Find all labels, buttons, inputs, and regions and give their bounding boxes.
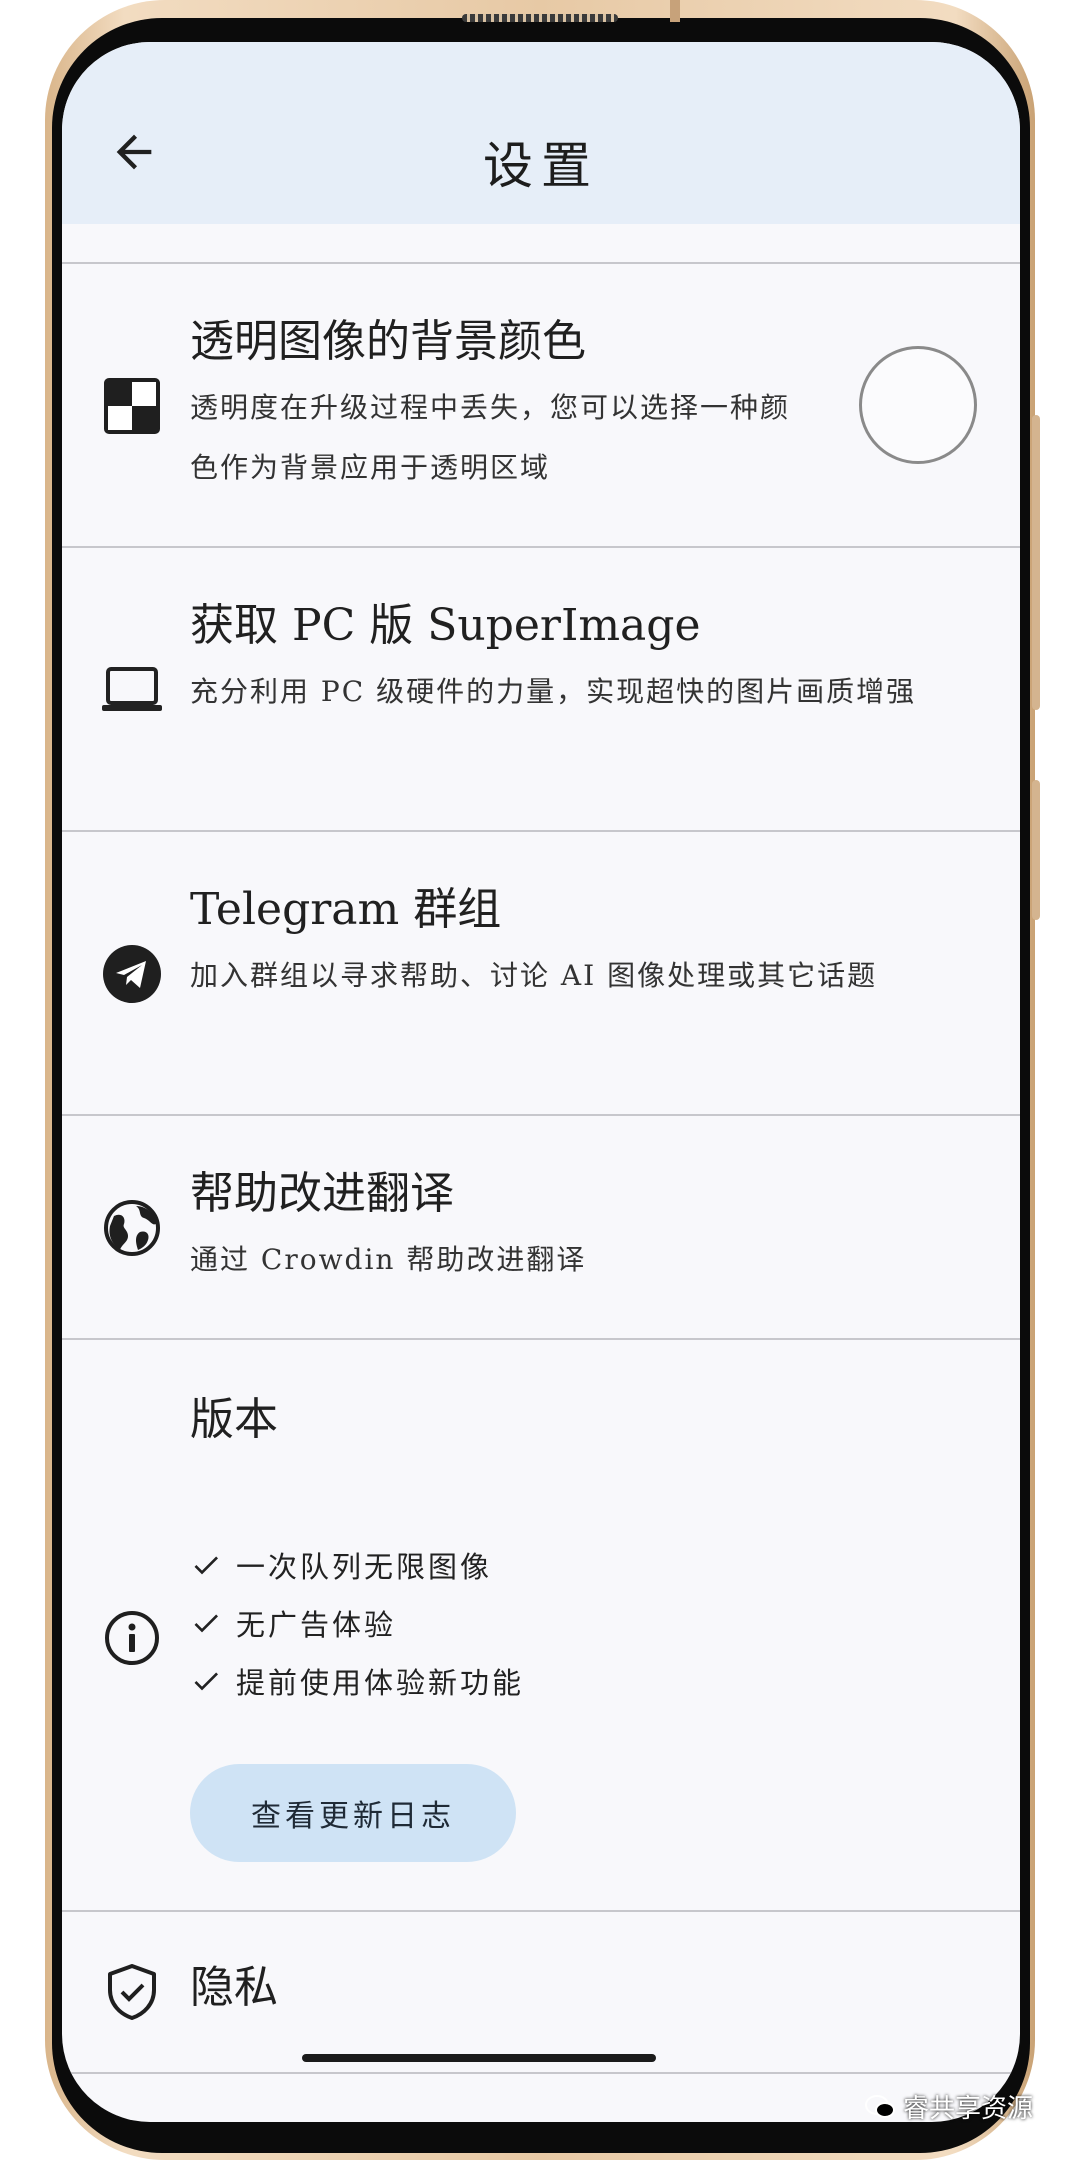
feature-list: 一次队列无限图像 无广告体验 提前使用体验新功能 [190,1536,524,1710]
setting-item-version: 版本 一次队列无限图像 无广告体验 提前使用体验新功能 查看更新日志 [62,1340,1020,1910]
setting-subtitle: 通过 Crowdin 帮助改进翻译 [190,1243,587,1276]
check-icon [190,1607,236,1639]
background-color-swatch[interactable] [859,346,977,464]
feature-item: 无广告体验 [190,1594,524,1652]
power-button [1032,780,1040,920]
transparency-checker-icon [100,374,164,438]
app-bar: 设置 [62,42,1020,224]
setting-item-telegram-group[interactable]: Telegram 群组 加入群组以寻求帮助、讨论 AI 图像处理或其它话题 [62,832,1020,1114]
screen: 设置 透明图像的背景颜色 透明度在升级过程中丢失，您可以选择一种颜色作为背景应用… [62,42,1020,2122]
telegram-icon [100,942,164,1006]
setting-title: 获取 PC 版 SuperImage [190,600,701,651]
setting-subtitle: 透明度在升级过程中丢失，您可以选择一种颜色作为背景应用于透明区域 [190,391,791,484]
check-icon [190,1549,236,1581]
shield-check-icon [100,1960,164,2024]
wechat-icon [865,2094,895,2118]
feature-label: 提前使用体验新功能 [236,1666,525,1700]
feature-item: 一次队列无限图像 [190,1536,524,1594]
earpiece-speaker [462,14,618,22]
divider [62,2072,1020,2074]
settings-list: 透明图像的背景颜色 透明度在升级过程中丢失，您可以选择一种颜色作为背景应用于透明… [62,262,1020,2074]
info-icon [100,1606,164,1670]
setting-item-background-color[interactable]: 透明图像的背景颜色 透明度在升级过程中丢失，您可以选择一种颜色作为背景应用于透明… [62,264,1020,546]
feature-item: 提前使用体验新功能 [190,1652,524,1710]
setting-item-privacy[interactable]: 隐私 [62,1912,1020,2072]
home-indicator[interactable] [302,2054,656,2062]
watermark-text: 睿共享资源 [903,2094,1034,2124]
page-title: 设置 [483,137,599,195]
setting-item-get-pc-version[interactable]: 获取 PC 版 SuperImage 充分利用 PC 级硬件的力量，实现超快的图… [62,548,1020,830]
setting-title: 帮助改进翻译 [190,1168,454,1219]
volume-button [1032,415,1040,710]
view-changelog-button[interactable]: 查看更新日志 [190,1764,516,1862]
frame-seam [670,0,680,22]
setting-title: 透明图像的背景颜色 [190,316,586,367]
laptop-icon [100,658,164,722]
privacy-title: 隐私 [190,1962,278,2013]
watermark: 睿共享资源 [865,2088,1033,2125]
feature-label: 一次队列无限图像 [236,1550,493,1584]
setting-subtitle: 充分利用 PC 级硬件的力量，实现超快的图片画质增强 [190,675,917,708]
feature-label: 无广告体验 [236,1608,397,1642]
setting-subtitle: 加入群组以寻求帮助、讨论 AI 图像处理或其它话题 [190,959,878,992]
version-title: 版本 [190,1394,278,1445]
setting-title: Telegram 群组 [190,884,502,935]
check-icon [190,1665,236,1697]
globe-icon [100,1196,164,1260]
setting-item-help-translate[interactable]: 帮助改进翻译 通过 Crowdin 帮助改进翻译 [62,1116,1020,1338]
